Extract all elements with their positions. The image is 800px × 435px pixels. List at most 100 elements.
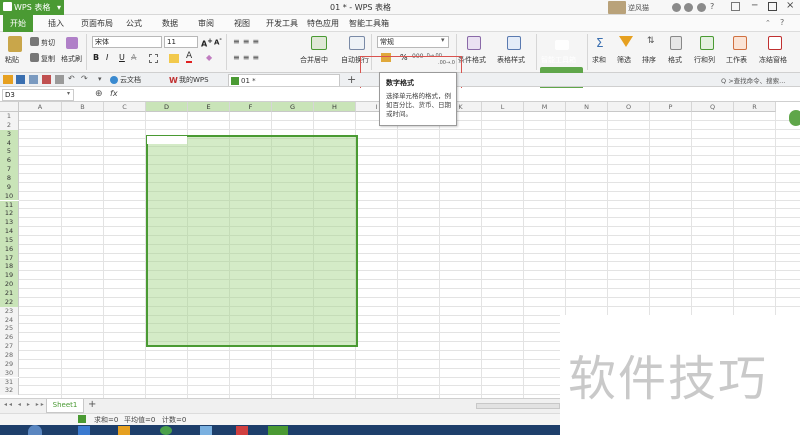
row-header[interactable]: 13 <box>0 218 19 228</box>
column-header[interactable]: G <box>272 102 314 112</box>
merge-center-icon[interactable] <box>311 36 327 50</box>
column-header[interactable]: M <box>524 102 566 112</box>
taskbar-wps-icon[interactable] <box>268 426 288 435</box>
tab-smart-toolbox[interactable]: 智能工具箱 <box>349 18 389 29</box>
column-header[interactable]: A <box>19 102 62 112</box>
vertical-align-icon[interactable]: ≡≡≡ <box>233 37 262 46</box>
cut-icon[interactable] <box>30 37 39 46</box>
filter-icon[interactable] <box>619 36 633 47</box>
taskbar-app-icon[interactable] <box>236 426 248 435</box>
help-icon[interactable]: ? <box>710 2 714 11</box>
undo-icon[interactable]: ↶ <box>68 74 75 83</box>
taskbar-app-icon[interactable] <box>78 426 90 435</box>
app-menu-button[interactable]: WPS 表格 ▾ <box>0 0 64 15</box>
horizontal-scrollbar[interactable] <box>476 403 560 409</box>
sum-button[interactable]: 求和 <box>592 55 606 65</box>
row-header[interactable]: 31 <box>0 377 19 387</box>
row-header[interactable]: 1 <box>0 112 19 121</box>
format-painter-button[interactable]: 格式刷 <box>61 54 82 64</box>
bold-icon[interactable]: B <box>93 53 99 62</box>
strikethrough-icon[interactable]: A <box>131 53 136 62</box>
column-header[interactable]: L <box>482 102 524 112</box>
name-box[interactable]: D3 <box>2 89 74 101</box>
sheet-tab-sheet1[interactable]: Sheet1 <box>46 399 84 413</box>
cut-button[interactable]: 剪切 <box>41 38 55 48</box>
user-name[interactable]: 逆风猫 <box>628 3 649 13</box>
row-header[interactable]: 20 <box>0 280 19 289</box>
column-header[interactable]: N <box>566 102 608 112</box>
row-header[interactable]: 22 <box>0 297 19 307</box>
underline-icon[interactable]: U <box>119 53 125 62</box>
open-icon[interactable] <box>3 75 13 84</box>
tab-current-doc[interactable]: 01 * <box>228 74 340 86</box>
table-style-icon[interactable] <box>507 36 521 50</box>
row-header[interactable]: 11 <box>0 200 19 210</box>
collapse-ribbon-icon[interactable]: ⌃ <box>765 19 771 27</box>
merge-center-button[interactable]: 合并居中 <box>300 55 328 65</box>
column-header[interactable]: O <box>608 102 650 112</box>
increase-font-icon[interactable]: A+ <box>201 37 213 49</box>
row-header[interactable]: 2 <box>0 120 19 130</box>
redo-icon[interactable]: ↷ <box>81 74 88 83</box>
column-header[interactable]: D <box>146 102 188 112</box>
select-all-corner[interactable] <box>0 102 19 112</box>
rows-cols-icon[interactable] <box>700 36 714 50</box>
row-header[interactable]: 15 <box>0 235 19 245</box>
tab-my-wps[interactable]: W 我的WPS <box>167 74 209 86</box>
tab-features[interactable]: 特色应用 <box>307 18 339 29</box>
search-input[interactable]: Q >查找命令、搜索... <box>721 75 785 85</box>
row-header[interactable]: 29 <box>0 359 19 369</box>
pdf-icon[interactable] <box>42 75 51 84</box>
zoom-icon[interactable]: ⊕ <box>95 89 103 99</box>
column-header[interactable]: Q <box>692 102 734 112</box>
border-icon[interactable] <box>149 54 158 63</box>
format-icon[interactable] <box>670 36 682 50</box>
copy-icon[interactable] <box>30 53 39 62</box>
feedback-icon[interactable] <box>697 3 706 12</box>
clear-format-icon[interactable]: ◆ <box>206 53 212 62</box>
worksheet-icon[interactable] <box>733 36 747 50</box>
close-icon[interactable]: × <box>786 0 794 11</box>
column-header[interactable]: E <box>188 102 230 112</box>
row-header[interactable]: 10 <box>0 191 19 201</box>
sort-icon[interactable]: ⇅ <box>647 36 655 46</box>
name-box-dropdown-icon[interactable]: ▾ <box>67 90 70 97</box>
side-panel-toggle[interactable] <box>789 110 800 126</box>
row-header[interactable]: 7 <box>0 165 19 174</box>
taskbar-app-icon[interactable] <box>160 426 172 435</box>
italic-icon[interactable]: I <box>106 53 108 62</box>
print-preview-icon[interactable] <box>55 75 64 84</box>
row-header[interactable]: 18 <box>0 262 19 272</box>
quick-access-dropdown-icon[interactable]: ▾ <box>98 75 102 83</box>
row-header[interactable]: 3 <box>0 129 19 139</box>
skin-icon[interactable] <box>672 3 681 12</box>
row-header[interactable]: 24 <box>0 315 19 325</box>
chevron-down-icon[interactable]: ▾ <box>441 36 445 44</box>
new-tab-button[interactable]: + <box>347 73 356 86</box>
add-sheet-button[interactable]: + <box>88 399 96 410</box>
font-name-select[interactable]: 宋体 <box>92 36 162 48</box>
tab-data[interactable]: 数据 <box>162 18 178 29</box>
avatar[interactable] <box>608 1 626 14</box>
tab-page-layout[interactable]: 页面布局 <box>81 18 113 29</box>
row-header[interactable]: 5 <box>0 147 19 157</box>
row-header[interactable]: 9 <box>0 182 19 192</box>
taskbar-app-icon[interactable] <box>200 426 212 435</box>
tab-formulas[interactable]: 公式 <box>126 18 142 29</box>
column-header[interactable]: H <box>314 102 356 112</box>
tab-cloud-docs[interactable]: 云文档 <box>108 74 141 86</box>
freeze-panes-icon[interactable] <box>768 36 782 50</box>
conditional-format-button[interactable]: 条件格式 <box>458 55 486 65</box>
row-header[interactable]: 16 <box>0 244 19 254</box>
tab-developer[interactable]: 开发工具 <box>266 18 298 29</box>
column-header[interactable]: C <box>104 102 146 112</box>
row-header[interactable]: 17 <box>0 253 19 263</box>
taskbar-app-icon[interactable] <box>118 426 130 435</box>
row-header[interactable]: 32 <box>0 386 19 396</box>
column-header[interactable]: B <box>62 102 104 112</box>
sort-button[interactable]: 排序 <box>642 55 656 65</box>
row-header[interactable]: 14 <box>0 227 19 236</box>
filter-button[interactable]: 筛选 <box>617 55 631 65</box>
number-format-select[interactable]: 常规 <box>377 36 449 48</box>
paste-icon[interactable] <box>8 36 22 52</box>
